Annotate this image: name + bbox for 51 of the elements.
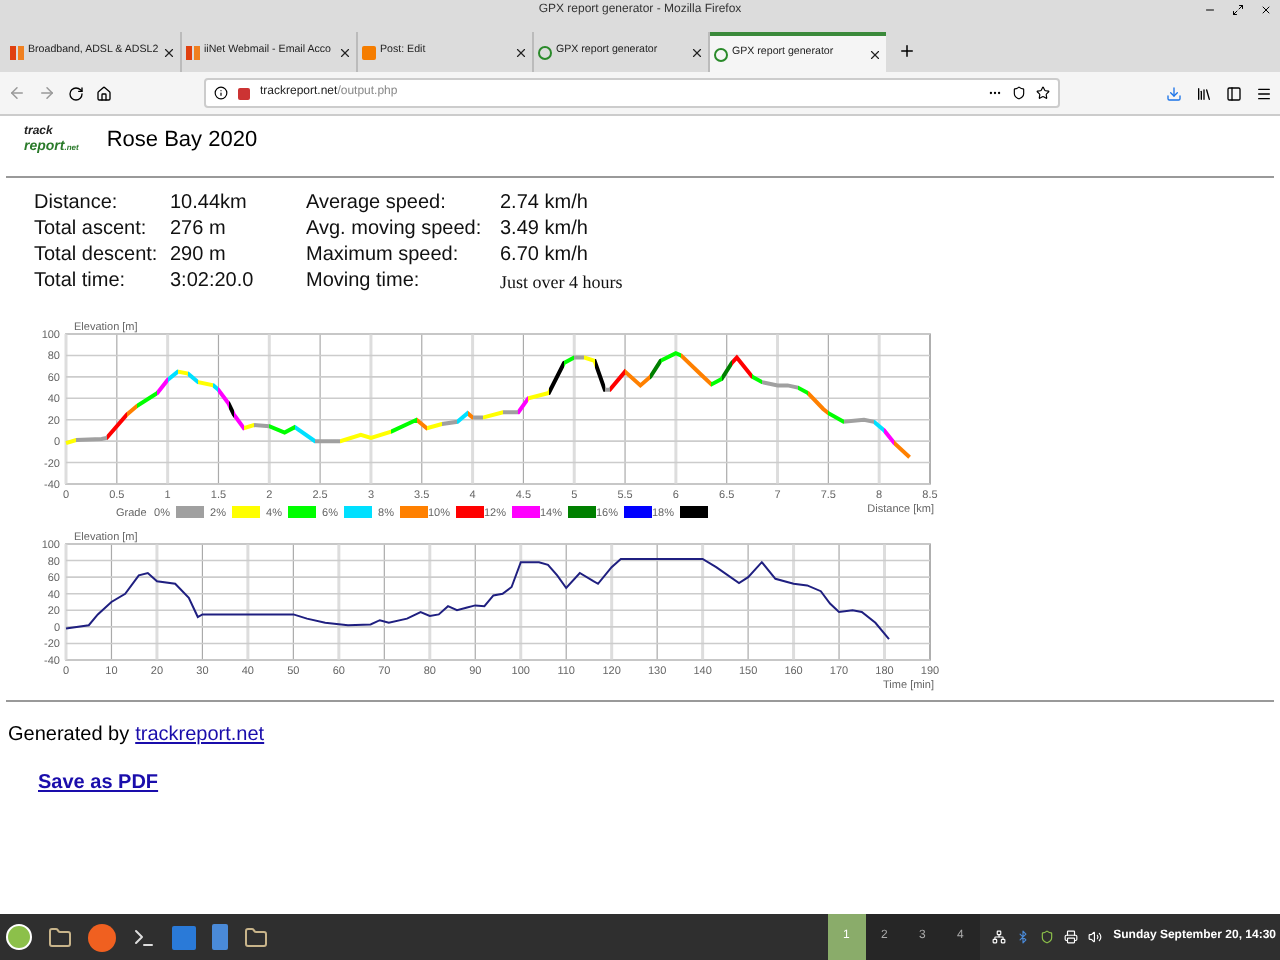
generated-by-text: Generated by: [8, 722, 130, 750]
menu-icon[interactable]: [6, 924, 32, 950]
close-icon[interactable]: [868, 47, 882, 61]
reload-icon[interactable]: [68, 85, 84, 101]
network-icon[interactable]: [991, 930, 1006, 944]
report-title: Rose Bay 2020: [106, 125, 258, 156]
close-icon[interactable]: [338, 45, 352, 59]
new-tab-icon[interactable]: [898, 42, 916, 60]
stat-label: Distance:: [34, 192, 120, 216]
more-icon[interactable]: [988, 86, 1002, 100]
close-icon[interactable]: [162, 45, 177, 59]
stat-label: Avg. moving speed:: [306, 218, 484, 242]
stat-value: 290 m: [170, 244, 228, 268]
stat-label: Total descent:: [34, 244, 160, 268]
home-icon[interactable]: [96, 85, 112, 101]
stat-label: Maximum speed:: [306, 244, 461, 268]
close-icon[interactable]: [514, 45, 528, 59]
library-icon[interactable]: [1196, 85, 1212, 101]
volume-icon[interactable]: [1087, 930, 1102, 944]
site-link[interactable]: trackreport.net: [135, 720, 265, 750]
minimize-icon[interactable]: [1204, 4, 1216, 16]
bars-icon: [10, 45, 24, 59]
stat-label: Average speed:: [306, 192, 448, 216]
stat-label: Moving time:: [306, 270, 422, 294]
menu-icon[interactable]: [1256, 85, 1272, 101]
download-icon[interactable]: [1166, 85, 1182, 101]
stat-value: 276 m: [170, 218, 228, 242]
forward-icon[interactable]: [38, 84, 56, 102]
bars-icon: [186, 45, 200, 59]
stat-value: Just over 4 hours: [500, 270, 625, 294]
close-icon[interactable]: [1260, 4, 1272, 16]
folder-icon[interactable]: [48, 925, 72, 949]
insecure-icon: [238, 87, 250, 99]
stat-label: Total time:: [34, 270, 128, 294]
folder-icon[interactable]: [244, 925, 268, 949]
info-icon: [214, 86, 228, 100]
save-pdf-link[interactable]: Save as PDF: [38, 768, 159, 798]
printer-icon[interactable]: [1063, 930, 1078, 944]
stat-value: 10.44km: [170, 192, 249, 216]
sidebar-icon[interactable]: [1226, 85, 1242, 101]
bookmark-icon[interactable]: [1036, 86, 1050, 100]
shield-icon[interactable]: [1039, 930, 1054, 944]
bluetooth-icon[interactable]: [1015, 930, 1030, 944]
stat-value: 2.74 km/h: [500, 192, 590, 216]
terminal-icon[interactable]: [132, 925, 156, 949]
stat-value: 6.70 km/h: [500, 244, 590, 268]
stat-value: 3:02:20.0: [170, 270, 256, 294]
stat-value: 3.49 km/h: [500, 218, 590, 242]
back-icon[interactable]: [8, 84, 26, 102]
close-icon[interactable]: [690, 45, 704, 59]
stat-label: Total ascent:: [34, 218, 149, 242]
